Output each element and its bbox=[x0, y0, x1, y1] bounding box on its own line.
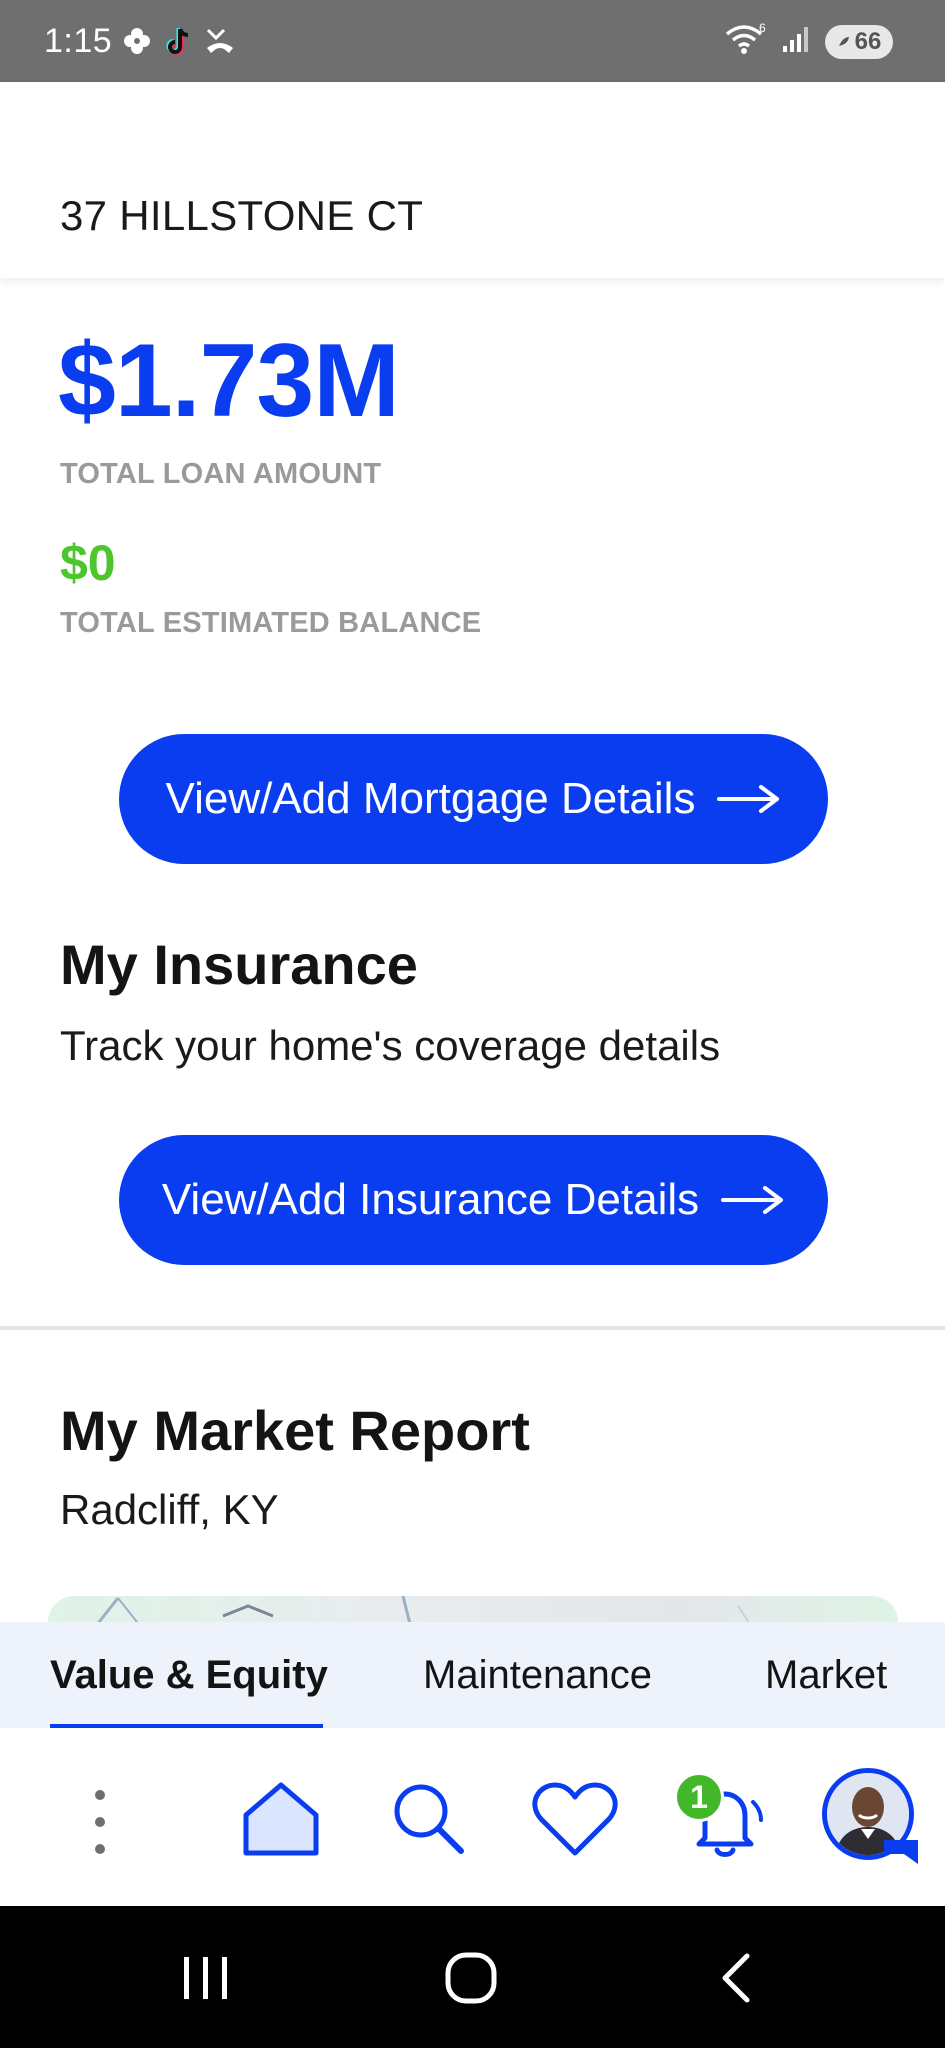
total-loan-amount: $1.73M bbox=[58, 323, 400, 439]
insurance-details-button[interactable]: View/Add Insurance Details bbox=[119, 1135, 828, 1265]
section-tab-bar: Value & Equity Maintenance Market bbox=[0, 1622, 945, 1728]
bottom-nav bbox=[0, 1728, 945, 1906]
market-report-location: Radcliff, KY bbox=[60, 1486, 279, 1533]
total-loan-label: TOTAL LOAN AMOUNT bbox=[60, 458, 382, 490]
insurance-subtitle: Track your home's coverage details bbox=[60, 1022, 721, 1069]
status-bar: 1:15 6 66 bbox=[0, 0, 945, 82]
recent-apps-icon[interactable] bbox=[180, 1950, 232, 2006]
mortgage-details-button[interactable]: View/Add Mortgage Details bbox=[119, 734, 828, 864]
total-balance-amount: $0 bbox=[60, 535, 116, 591]
home-system-icon[interactable] bbox=[442, 1948, 500, 2008]
battery-icon: 66 bbox=[825, 24, 893, 59]
status-time: 1:15 bbox=[44, 22, 113, 60]
tab-value-equity[interactable]: Value & Equity bbox=[50, 1622, 328, 1728]
wifi-icon: 6 bbox=[723, 21, 767, 61]
status-icons-left bbox=[122, 26, 236, 63]
arrow-right-icon bbox=[721, 1185, 785, 1215]
notification-badge: 1 bbox=[674, 1772, 724, 1822]
home-icon[interactable] bbox=[236, 1776, 326, 1862]
page-header: 37 HILLSTONE CT bbox=[0, 82, 945, 278]
mortgage-details-button-label: View/Add Mortgage Details bbox=[165, 774, 696, 823]
insurance-details-button-label: View/Add Insurance Details bbox=[161, 1175, 700, 1224]
section-divider bbox=[0, 1326, 945, 1330]
property-address: 37 HILLSTONE CT bbox=[60, 192, 424, 239]
status-icons-right: 6 66 bbox=[723, 21, 893, 61]
tiktok-icon bbox=[164, 26, 192, 63]
search-icon[interactable] bbox=[386, 1776, 472, 1862]
heart-icon[interactable] bbox=[530, 1778, 620, 1862]
insurance-title: My Insurance bbox=[60, 933, 418, 996]
tab-maintenance[interactable]: Maintenance bbox=[423, 1622, 652, 1728]
market-report-title: My Market Report bbox=[60, 1399, 530, 1462]
pinwheel-icon bbox=[122, 26, 152, 63]
signal-icon bbox=[781, 24, 811, 59]
arrow-right-icon bbox=[717, 784, 781, 814]
tab-market[interactable]: Market bbox=[765, 1622, 887, 1728]
system-nav-bar bbox=[0, 1906, 945, 2048]
more-icon[interactable] bbox=[80, 1782, 120, 1862]
total-balance-label: TOTAL ESTIMATED BALANCE bbox=[60, 607, 482, 639]
missed-call-icon bbox=[204, 26, 236, 63]
back-icon[interactable] bbox=[716, 1950, 756, 2006]
chat-bubble-icon bbox=[884, 1840, 918, 1864]
svg-text:6: 6 bbox=[759, 22, 766, 35]
battery-level: 66 bbox=[854, 27, 882, 55]
